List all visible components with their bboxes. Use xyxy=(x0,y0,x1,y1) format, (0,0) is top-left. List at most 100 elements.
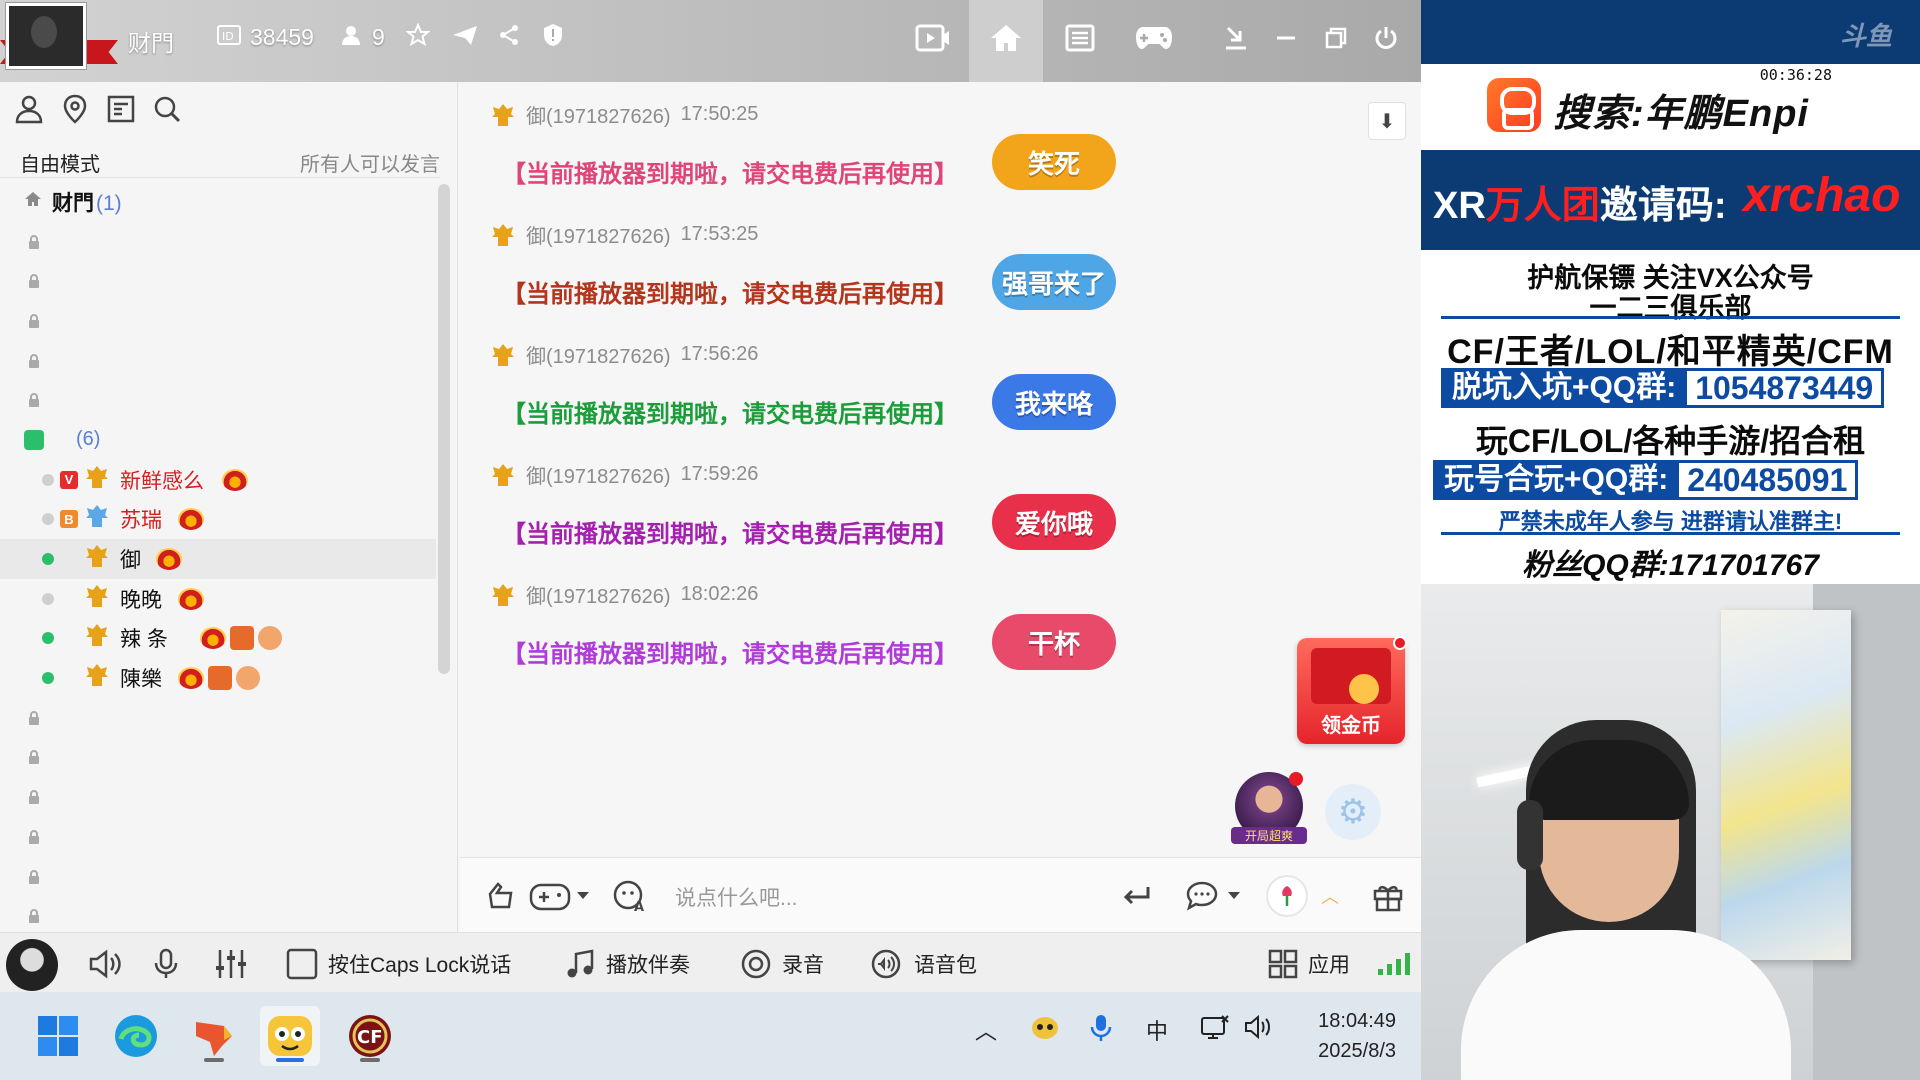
sub-channel-locked[interactable] xyxy=(0,896,436,936)
emoji-sticker[interactable]: 爱你哦 xyxy=(992,494,1116,550)
message-sender[interactable]: 御(1971827626) xyxy=(526,580,671,609)
chevron-up-icon[interactable]: ︿ xyxy=(975,1014,997,1046)
app-bird-icon[interactable] xyxy=(184,1006,244,1066)
my-avatar[interactable] xyxy=(6,939,58,991)
scroll-down-button[interactable]: ⬇ xyxy=(1368,102,1406,140)
gamepad-icon[interactable] xyxy=(1134,18,1174,58)
rank-icon xyxy=(492,583,514,606)
equalizer-icon[interactable] xyxy=(214,947,248,981)
search-icon[interactable] xyxy=(150,92,184,126)
vip-badge: V xyxy=(60,470,78,489)
red-envelope-button[interactable]: 领金币 xyxy=(1297,636,1407,744)
chevron-up-icon[interactable]: ︿ xyxy=(1318,878,1342,914)
speaker-icon[interactable] xyxy=(88,947,122,981)
plane-icon[interactable] xyxy=(452,22,478,48)
user-row[interactable]: 陳樂 xyxy=(0,658,436,698)
lock-icon xyxy=(29,234,39,249)
svg-text:A: A xyxy=(634,900,644,913)
sub-channel-locked[interactable] xyxy=(0,261,436,301)
system-clock[interactable]: 18:04:49 2025/8/3 xyxy=(1296,1006,1396,1066)
user-row[interactable]: 御 xyxy=(0,539,436,579)
user-row[interactable]: 辣 条 xyxy=(0,619,436,659)
music-button[interactable]: 播放伴奏 xyxy=(566,947,690,981)
info-line-6: 粉丝QQ群:171701767 xyxy=(1522,549,1819,582)
sub-channel-locked[interactable] xyxy=(0,380,436,420)
location-icon[interactable] xyxy=(58,92,92,126)
chat-input[interactable]: 说点什么吧... xyxy=(675,882,798,912)
microphone-icon[interactable] xyxy=(152,947,180,981)
video-icon[interactable] xyxy=(913,18,953,58)
clock-date: 2025/8/3 xyxy=(1318,1040,1396,1062)
panel-toolbar xyxy=(12,92,184,132)
info-line-3: CF/王者/LOL/和平精英/CFM xyxy=(1447,333,1894,371)
apps-button[interactable]: 应用 xyxy=(1268,947,1350,981)
svg-text:CF: CF xyxy=(357,1027,383,1048)
sub-channel-locked[interactable] xyxy=(0,341,436,381)
crossfire-icon[interactable]: CF xyxy=(340,1006,400,1066)
message-sender[interactable]: 御(1971827626) xyxy=(526,100,671,129)
info-line-4: 玩CF/LOL/各种手游/招合租 xyxy=(1475,423,1866,459)
emoji-sticker[interactable]: 笑死 xyxy=(992,134,1116,190)
message-sender[interactable]: 御(1971827626) xyxy=(526,220,671,249)
channel-scrollbar[interactable] xyxy=(438,184,450,674)
sub-channel-locked[interactable] xyxy=(0,222,436,262)
minimize-icon[interactable] xyxy=(1266,18,1306,58)
list-icon[interactable] xyxy=(1060,18,1100,58)
flower-gift-icon[interactable] xyxy=(1263,875,1311,917)
sub-channel-locked[interactable] xyxy=(0,698,436,738)
power-icon[interactable] xyxy=(1366,18,1406,58)
sub-channel-locked[interactable] xyxy=(0,301,436,341)
sub-channel-locked[interactable] xyxy=(0,817,436,857)
gift-icon[interactable] xyxy=(1370,878,1406,914)
star-icon[interactable] xyxy=(405,22,431,48)
yy-voice-icon[interactable] xyxy=(260,1006,320,1066)
emoji-sticker[interactable]: 强哥来了 xyxy=(992,254,1116,310)
user-row[interactable]: V 新鲜感么 xyxy=(0,460,436,500)
share-icon[interactable] xyxy=(496,22,522,48)
enter-icon[interactable] xyxy=(1120,878,1154,914)
settings-icon[interactable]: ⚙ xyxy=(1325,784,1381,840)
sub-channel-locked[interactable] xyxy=(0,738,436,778)
ime-indicator[interactable]: 中 xyxy=(1146,1014,1168,1046)
emoji-sticker[interactable]: 我来咯 xyxy=(992,374,1116,430)
game-promo-button[interactable]: 开局超爽 xyxy=(1231,772,1307,844)
tray-panda-icon[interactable] xyxy=(1030,1012,1060,1046)
home-icon[interactable] xyxy=(986,18,1026,58)
speech-bubble-icon[interactable] xyxy=(1185,878,1245,914)
channel-avatar[interactable] xyxy=(6,3,86,69)
emoji-sticker[interactable]: 干杯 xyxy=(992,614,1116,670)
sub-channel-locked[interactable] xyxy=(0,857,436,897)
id-icon: ID xyxy=(216,22,242,48)
sub-channel-locked[interactable] xyxy=(0,777,436,817)
push-to-talk-toggle[interactable]: 按住Caps Lock说话 xyxy=(286,947,511,981)
mode-label[interactable]: 自由模式 xyxy=(20,148,100,177)
message-sender[interactable]: 御(1971827626) xyxy=(526,460,671,489)
apps-label: 应用 xyxy=(1308,954,1350,977)
game-select-icon[interactable] xyxy=(528,878,592,914)
restore-icon[interactable] xyxy=(1316,18,1356,58)
message-sender[interactable]: 御(1971827626) xyxy=(526,340,671,369)
volume-icon[interactable] xyxy=(1244,1014,1274,1046)
shield-icon[interactable] xyxy=(540,22,566,48)
gesture-icon[interactable] xyxy=(482,878,518,914)
tray-microphone-icon[interactable] xyxy=(1090,1014,1112,1048)
sub-channel-active[interactable]: (6) xyxy=(0,420,436,460)
svg-text:ID: ID xyxy=(222,30,234,43)
network-icon[interactable] xyxy=(1200,1014,1230,1048)
mention-icon[interactable]: A xyxy=(610,878,650,914)
apps-grid-icon xyxy=(1268,949,1298,979)
edge-browser-icon[interactable] xyxy=(106,1006,166,1066)
record-button[interactable]: 录音 xyxy=(740,947,824,981)
stream-timer: 00:36:28 xyxy=(1759,66,1832,84)
notes-icon[interactable] xyxy=(104,92,138,126)
message-text: 【当前播放器到期啦，请交电费后再使用】 xyxy=(502,641,958,668)
rank-icon xyxy=(492,343,514,366)
user-row[interactable]: 晚晚 xyxy=(0,579,436,619)
channel-root[interactable]: 财門(1) xyxy=(0,182,436,222)
voice-pack-icon xyxy=(871,949,901,979)
user-row[interactable]: B 苏瑞 xyxy=(0,500,436,540)
voice-pack-button[interactable]: 语音包 xyxy=(868,947,977,981)
user-icon[interactable] xyxy=(12,92,46,126)
download-icon[interactable] xyxy=(1216,18,1256,58)
windows-start-icon[interactable] xyxy=(28,1006,88,1066)
